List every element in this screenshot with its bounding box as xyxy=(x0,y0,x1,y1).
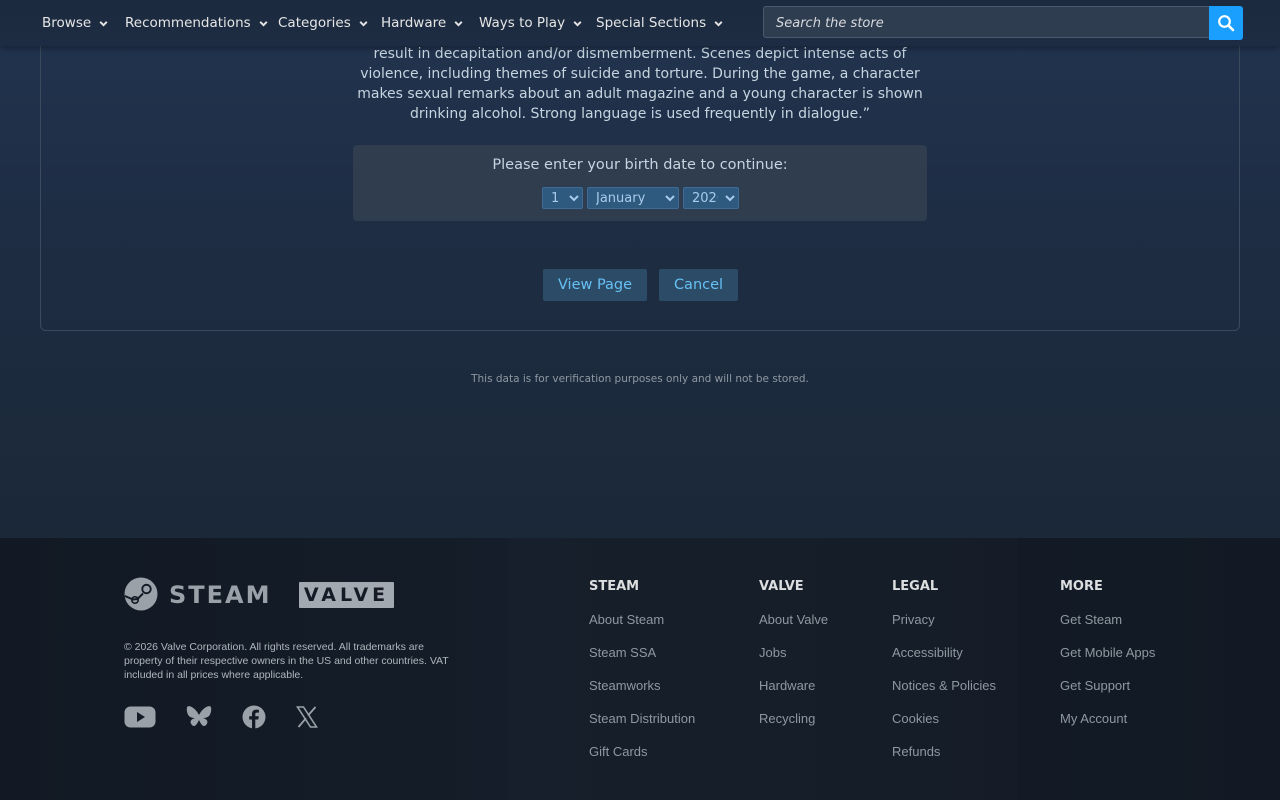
nav-recommendations[interactable]: Recommendations xyxy=(125,0,269,46)
facebook-icon xyxy=(242,705,266,729)
footer-link-steam-ssa[interactable]: Steam SSA xyxy=(589,645,656,660)
footer-link-my-account[interactable]: My Account xyxy=(1060,711,1127,726)
nav-hardware[interactable]: Hardware xyxy=(381,0,464,46)
footer-link-get-support[interactable]: Get Support xyxy=(1060,678,1130,693)
steam-logo-icon: STEAM ® xyxy=(124,577,270,611)
youtube-icon xyxy=(124,706,156,728)
footer-link-refunds[interactable]: Refunds xyxy=(892,744,940,759)
store-nav: Browse Recommendations Categories Hardwa… xyxy=(0,0,1280,46)
footer-link-get-mobile-apps[interactable]: Get Mobile Apps xyxy=(1060,645,1155,660)
x-icon xyxy=(296,706,318,728)
nav-categories[interactable]: Categories xyxy=(278,0,369,46)
footer-heading-steam: STEAM xyxy=(589,579,640,594)
footer-link-recycling[interactable]: Recycling xyxy=(759,711,815,726)
nav-ways-to-play[interactable]: Ways to Play xyxy=(479,0,583,46)
nav-special-sections-label: Special Sections xyxy=(596,15,707,31)
chevron-down-icon xyxy=(714,20,723,27)
chevron-down-icon xyxy=(573,20,582,27)
footer-center-shade xyxy=(508,538,1018,800)
day-select[interactable]: 1 xyxy=(542,187,583,209)
footer-link-hardware[interactable]: Hardware xyxy=(759,678,815,693)
cancel-button[interactable]: Cancel xyxy=(659,269,738,301)
valve-logo-text: VALVE xyxy=(303,584,390,606)
footer-link-get-steam[interactable]: Get Steam xyxy=(1060,612,1122,627)
footer-link-accessibility[interactable]: Accessibility xyxy=(892,645,963,660)
chevron-down-icon xyxy=(359,20,368,27)
view-page-button[interactable]: View Page xyxy=(543,269,647,301)
footer: STEAM ® VALVE © 2026 Valve Corporation. … xyxy=(0,538,1280,800)
facebook-link[interactable] xyxy=(242,705,266,731)
copyright-text: © 2026 Valve Corporation. All rights res… xyxy=(124,641,449,681)
year-select[interactable]: 2026 xyxy=(683,187,739,209)
footer-link-steam-distribution[interactable]: Steam Distribution xyxy=(589,711,695,726)
search-button[interactable] xyxy=(1209,6,1243,40)
nav-browse[interactable]: Browse xyxy=(42,0,109,46)
nav-ways-to-play-label: Ways to Play xyxy=(479,15,566,31)
footer-link-gift-cards[interactable]: Gift Cards xyxy=(589,744,648,759)
footer-heading-more: MORE xyxy=(1060,579,1103,594)
svg-text:®: ® xyxy=(261,586,267,593)
nav-hardware-label: Hardware xyxy=(381,15,447,31)
nav-special-sections[interactable]: Special Sections xyxy=(596,0,724,46)
search-icon xyxy=(1218,15,1235,32)
footer-link-about-valve[interactable]: About Valve xyxy=(759,612,828,627)
month-select[interactable]: January xyxy=(587,187,679,209)
footer-link-jobs[interactable]: Jobs xyxy=(759,645,786,660)
search-box xyxy=(763,6,1209,39)
valve-logo[interactable]: VALVE xyxy=(299,582,394,608)
chevron-down-icon xyxy=(454,20,463,27)
content-descriptor-text: result in decapitation and/or dismemberm… xyxy=(357,46,923,122)
footer-link-cookies[interactable]: Cookies xyxy=(892,711,939,726)
bluesky-icon xyxy=(186,706,212,727)
bluesky-link[interactable] xyxy=(186,705,212,731)
birthdate-box: Please enter your birth date to continue… xyxy=(353,145,927,221)
steam-logo-text: STEAM xyxy=(169,581,270,609)
footer-heading-legal: LEGAL xyxy=(892,579,939,594)
search-input[interactable] xyxy=(774,7,1198,39)
verification-note: This data is for verification purposes o… xyxy=(471,373,809,385)
steam-logo[interactable]: STEAM ® xyxy=(124,577,270,613)
x-link[interactable] xyxy=(296,705,318,731)
youtube-link[interactable] xyxy=(124,705,156,731)
footer-link-notices-policies[interactable]: Notices & Policies xyxy=(892,678,996,693)
footer-heading-valve: VALVE xyxy=(759,579,804,594)
footer-link-about-steam[interactable]: About Steam xyxy=(589,612,664,627)
nav-categories-label: Categories xyxy=(278,15,351,31)
nav-recommendations-label: Recommendations xyxy=(125,15,251,31)
chevron-down-icon xyxy=(259,20,268,27)
footer-link-privacy[interactable]: Privacy xyxy=(892,612,935,627)
chevron-down-icon xyxy=(99,20,108,27)
footer-link-steamworks[interactable]: Steamworks xyxy=(589,678,661,693)
nav-browse-label: Browse xyxy=(42,15,92,31)
birthdate-prompt: Please enter your birth date to continue… xyxy=(492,157,788,173)
